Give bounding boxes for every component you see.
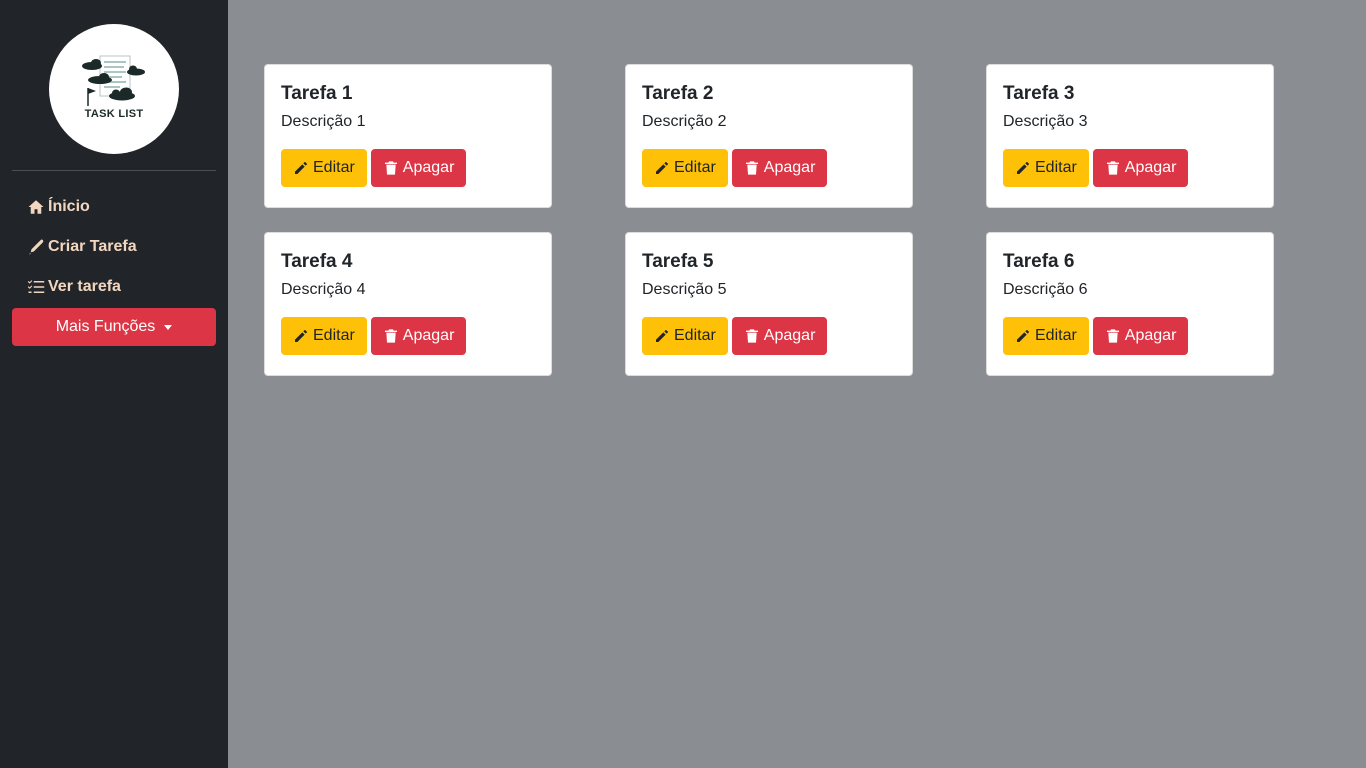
task-title: Tarefa 5: [642, 251, 714, 272]
edit-label: Editar: [1035, 327, 1077, 344]
task-description: Descrição 2: [642, 113, 727, 130]
trash-icon: [745, 161, 758, 175]
delete-button[interactable]: Apagar: [731, 149, 828, 187]
task-card: Tarefa 5 Descrição 5 Editar Apagar: [625, 232, 913, 376]
task-title: Tarefa 3: [1003, 83, 1075, 104]
edit-label: Editar: [674, 327, 716, 344]
edit-button[interactable]: Editar: [281, 149, 367, 187]
trash-icon: [384, 161, 397, 175]
task-description: Descrição 4: [281, 281, 366, 298]
delete-button[interactable]: Apagar: [1092, 317, 1189, 355]
delete-label: Apagar: [402, 159, 455, 176]
delete-label: Apagar: [1124, 159, 1177, 176]
edit-label: Editar: [313, 159, 355, 176]
trash-icon: [745, 329, 758, 343]
task-grid: Tarefa 1 Descrição 1 Editar Apagar Taref…: [264, 64, 1274, 376]
home-icon: [28, 200, 44, 214]
task-card: Tarefa 4 Descrição 4 Editar Apagar: [264, 232, 552, 376]
sidebar-item-ver-tarefa[interactable]: Ver tarefa: [12, 267, 216, 307]
task-title: Tarefa 6: [1003, 251, 1075, 272]
delete-label: Apagar: [402, 327, 455, 344]
edit-label: Editar: [313, 327, 355, 344]
edit-label: Editar: [1035, 159, 1077, 176]
edit-label: Editar: [674, 159, 716, 176]
delete-label: Apagar: [763, 327, 816, 344]
edit-button[interactable]: Editar: [1003, 149, 1089, 187]
task-description: Descrição 5: [642, 281, 727, 298]
sidebar-item-label: Criar Tarefa: [48, 238, 137, 255]
trash-icon: [1106, 329, 1119, 343]
task-card: Tarefa 2 Descrição 2 Editar Apagar: [625, 64, 913, 208]
pencil-icon: [656, 162, 668, 174]
delete-button[interactable]: Apagar: [370, 317, 467, 355]
pencil-icon: [1017, 330, 1029, 342]
pen-icon: [29, 239, 44, 255]
sidebar: TASK LIST Ínicio Criar Tarefa Ver tarefa…: [0, 0, 228, 768]
pencil-icon: [1017, 162, 1029, 174]
trash-icon: [384, 329, 397, 343]
task-description: Descrição 1: [281, 113, 366, 130]
delete-label: Apagar: [763, 159, 816, 176]
caret-down-icon: [164, 325, 173, 330]
task-title: Tarefa 2: [642, 83, 714, 104]
logo-text: TASK LIST: [84, 108, 144, 120]
logo: TASK LIST: [49, 24, 179, 154]
delete-button[interactable]: Apagar: [370, 149, 467, 187]
list-check-icon: [27, 280, 45, 293]
pencil-icon: [295, 162, 307, 174]
mais-funcoes-dropdown-button[interactable]: Mais Funções: [12, 308, 216, 346]
sidebar-divider: [12, 170, 216, 171]
pencil-icon: [656, 330, 668, 342]
delete-button[interactable]: Apagar: [731, 317, 828, 355]
pencil-icon: [295, 330, 307, 342]
edit-button[interactable]: Editar: [1003, 317, 1089, 355]
task-description: Descrição 6: [1003, 281, 1088, 298]
delete-label: Apagar: [1124, 327, 1177, 344]
dropdown-label: Mais Funções: [55, 318, 156, 335]
main-content: Tarefa 1 Descrição 1 Editar Apagar Taref…: [228, 0, 1366, 768]
task-list-logo-icon: [82, 55, 145, 106]
edit-button[interactable]: Editar: [642, 149, 728, 187]
sidebar-item-label: Ínicio: [48, 198, 90, 215]
task-card: Tarefa 1 Descrição 1 Editar Apagar: [264, 64, 552, 208]
edit-button[interactable]: Editar: [281, 317, 367, 355]
sidebar-item-criar-tarefa[interactable]: Criar Tarefa: [12, 227, 216, 267]
sidebar-item-inicio[interactable]: Ínicio: [12, 187, 216, 227]
task-card: Tarefa 6 Descrição 6 Editar Apagar: [986, 232, 1274, 376]
task-title: Tarefa 4: [281, 251, 353, 272]
task-title: Tarefa 1: [281, 83, 353, 104]
task-description: Descrição 3: [1003, 113, 1088, 130]
task-card: Tarefa 3 Descrição 3 Editar Apagar: [986, 64, 1274, 208]
delete-button[interactable]: Apagar: [1092, 149, 1189, 187]
sidebar-item-label: Ver tarefa: [48, 278, 121, 295]
edit-button[interactable]: Editar: [642, 317, 728, 355]
trash-icon: [1106, 161, 1119, 175]
